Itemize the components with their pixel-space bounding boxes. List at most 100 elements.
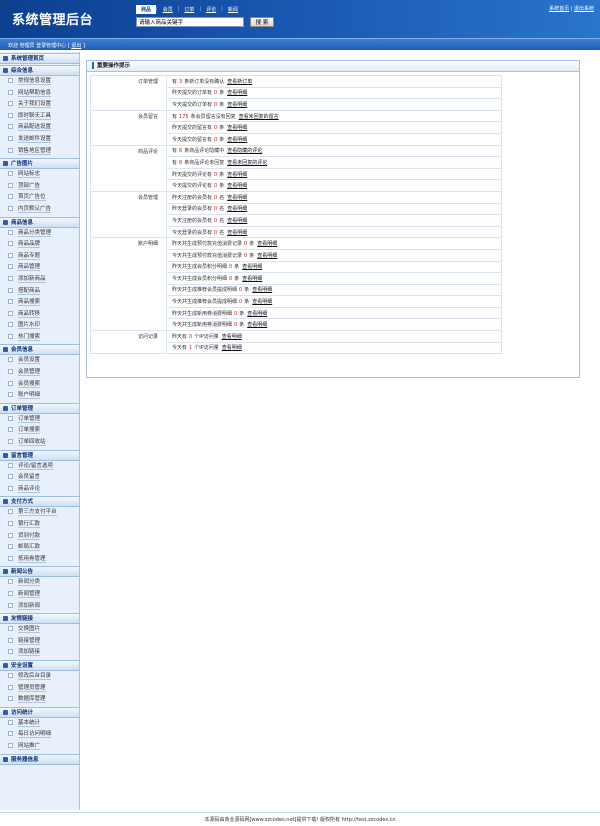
tab-members[interactable]: 会员 [158, 5, 178, 14]
detail-link[interactable]: 查看明细 [227, 102, 247, 108]
sidebar-item[interactable]: 商品分类管理 [0, 228, 79, 240]
sidebar-section-10[interactable]: 安全设置 [0, 659, 79, 671]
sidebar-item[interactable]: 网站标志 [0, 169, 79, 181]
sidebar-item[interactable]: 会员管理 [0, 367, 79, 379]
page-icon [8, 532, 13, 538]
sidebar-item[interactable]: 管理员管理 [0, 683, 79, 695]
detail-link[interactable]: 查看明细 [222, 345, 242, 351]
sidebar-item[interactable]: 商品管理 [0, 262, 79, 274]
sidebar-item[interactable]: 数据库管理 [0, 694, 79, 706]
sidebar-item[interactable]: 每日访问明细 [0, 729, 79, 741]
sidebar-item[interactable]: 第三方支付平台 [0, 507, 79, 519]
sidebar-item[interactable]: 网站推广 [0, 741, 79, 753]
sidebar-section-7[interactable]: 支付方式 [0, 496, 79, 508]
detail-link[interactable]: 查看未回复的评论 [227, 160, 267, 166]
page-icon [8, 252, 13, 258]
sidebar-item[interactable]: 首页广告位 [0, 192, 79, 204]
sidebar-section-4[interactable]: 会员信息 [0, 344, 79, 356]
sidebar-section-11[interactable]: 访问统计 [0, 706, 79, 718]
sidebar-item[interactable]: 图片水印 [0, 320, 79, 332]
detail-link[interactable]: 查看隐藏的评论 [227, 148, 262, 154]
tab-comments[interactable]: 评论 [201, 5, 221, 14]
sidebar-item[interactable]: 订单搜索 [0, 425, 79, 437]
tab-orders[interactable]: 订单 [179, 5, 199, 14]
sidebar-section-0[interactable]: 系统管理首页 [0, 53, 79, 64]
sidebar-item[interactable]: 添加新商品 [0, 274, 79, 286]
sidebar-item[interactable]: 添加新闻 [0, 601, 79, 613]
location-logout-link[interactable]: 退出 [71, 43, 81, 49]
detail-link[interactable]: 查看明细 [242, 276, 262, 282]
detail-link[interactable]: 查看明细 [227, 206, 247, 212]
sidebar-item[interactable]: 交换图片 [0, 624, 79, 636]
sidebar-section-1[interactable]: 综合信息 [0, 65, 79, 76]
sidebar-item[interactable]: 商品品牌 [0, 239, 79, 251]
sidebar-item[interactable]: 商品搜索 [0, 297, 79, 309]
sidebar-item[interactable]: 新闻分类 [0, 577, 79, 589]
detail-link[interactable]: 查看明细 [227, 218, 247, 224]
sidebar-item[interactable]: 会员留言 [0, 472, 79, 484]
detail-link[interactable]: 查看明细 [242, 264, 262, 270]
detail-link[interactable]: 查看明细 [227, 195, 247, 201]
sidebar-item[interactable]: 关于我们设置 [0, 99, 79, 111]
sidebar-section-3[interactable]: 商品信息 [0, 216, 79, 228]
sidebar-item[interactable]: 订单回收站 [0, 437, 79, 449]
sidebar-item[interactable]: 商品专题 [0, 251, 79, 263]
detail-link[interactable]: 查看明细 [227, 125, 247, 131]
sidebar-item[interactable]: 商品转移 [0, 309, 79, 321]
sidebar-item[interactable]: 修改后台目录 [0, 671, 79, 683]
sidebar-section-6[interactable]: 留言管理 [0, 449, 79, 461]
sidebar-item[interactable]: 热门搜索 [0, 332, 79, 344]
sidebar-item[interactable]: 即时聊天工具 [0, 111, 79, 123]
tab-goods[interactable]: 商品 [136, 5, 157, 14]
tab-news[interactable]: 新闻 [223, 5, 243, 14]
sidebar-item[interactable]: 会员设置 [0, 355, 79, 367]
detail-link[interactable]: 查看明细 [247, 311, 267, 317]
home-link[interactable]: 系统首页 [549, 6, 569, 12]
detail-link[interactable]: 查看明细 [227, 90, 247, 96]
sidebar-item[interactable]: 内页默认广告 [0, 204, 79, 216]
sidebar-item[interactable]: 网站帮助信息 [0, 88, 79, 100]
sidebar-item-label: 图片水印 [18, 322, 41, 330]
detail-link[interactable]: 查看明细 [227, 172, 247, 178]
sidebar-section-9[interactable]: 友情链接 [0, 613, 79, 625]
detail-link[interactable]: 查看明细 [252, 299, 272, 305]
sidebar-item[interactable]: 发送邮件设置 [0, 134, 79, 146]
sidebar-item[interactable]: 评论/留言选项 [0, 461, 79, 473]
sidebar-item[interactable]: 搭配商品 [0, 286, 79, 298]
sidebar-item[interactable]: 账户明细 [0, 390, 79, 402]
sidebar-section-5[interactable]: 订单管理 [0, 402, 79, 414]
detail-link[interactable]: 查看明细 [227, 230, 247, 236]
sidebar-item[interactable]: 新闻管理 [0, 589, 79, 601]
detail-link[interactable]: 查看明细 [252, 287, 272, 293]
logout-link[interactable]: 退出系统 [574, 6, 594, 12]
detail-link[interactable]: 查看明细 [247, 322, 267, 328]
search-button[interactable]: 搜 索 [250, 17, 274, 27]
detail-link[interactable]: 查看明细 [257, 253, 277, 259]
sidebar-section-2[interactable]: 广告图片 [0, 158, 79, 170]
detail-link[interactable]: 查看明细 [257, 241, 277, 247]
sidebar-item[interactable]: 添加链接 [0, 647, 79, 659]
detail-link[interactable]: 查看未回复的留言 [239, 114, 279, 120]
sidebar-item[interactable]: 会员搜索 [0, 379, 79, 391]
sidebar-item[interactable]: 商品配送设置 [0, 122, 79, 134]
sidebar-item[interactable]: 商品评论 [0, 484, 79, 496]
detail-link[interactable]: 查看明细 [222, 334, 242, 340]
page-icon [8, 742, 13, 748]
sidebar-item[interactable]: 销售地区管理 [0, 146, 79, 158]
sidebar-item[interactable]: 顶部广告 [0, 181, 79, 193]
detail-link[interactable]: 查看新订单 [227, 79, 252, 85]
sidebar-item[interactable]: 抵用券管理 [0, 554, 79, 566]
sidebar-item[interactable]: 链接管理 [0, 636, 79, 648]
stat-prefix: 今天共生成推荐会员提成明细 [172, 299, 238, 306]
sidebar-section-8[interactable]: 新闻公告 [0, 566, 79, 578]
sidebar-item[interactable]: 货到付款 [0, 531, 79, 543]
sidebar-item[interactable]: 常规信息设置 [0, 76, 79, 88]
search-input[interactable] [136, 17, 244, 27]
sidebar-item[interactable]: 基本统计 [0, 718, 79, 730]
detail-link[interactable]: 查看明细 [227, 137, 247, 143]
sidebar-section-12[interactable]: 服务器信息 [0, 753, 79, 765]
sidebar-item[interactable]: 邮局汇款 [0, 542, 79, 554]
detail-link[interactable]: 查看明细 [227, 183, 247, 189]
sidebar-item[interactable]: 银行汇款 [0, 519, 79, 531]
sidebar-item[interactable]: 订单管理 [0, 414, 79, 426]
